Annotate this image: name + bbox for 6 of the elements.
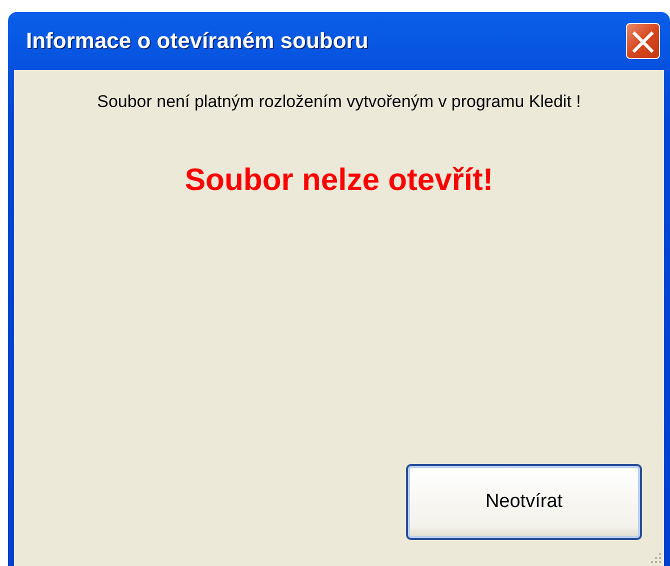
message-text: Soubor není platným rozložením vytvořeným v programu Kledit ! [97, 92, 581, 112]
error-text: Soubor nelze otevřít! [184, 162, 494, 198]
resize-grip-icon[interactable] [650, 552, 662, 564]
close-button[interactable]: × [626, 23, 660, 59]
neotvirat-button[interactable]: Neotvírat [406, 464, 642, 540]
window-title: Informace o otevíraném souboru [26, 28, 368, 54]
